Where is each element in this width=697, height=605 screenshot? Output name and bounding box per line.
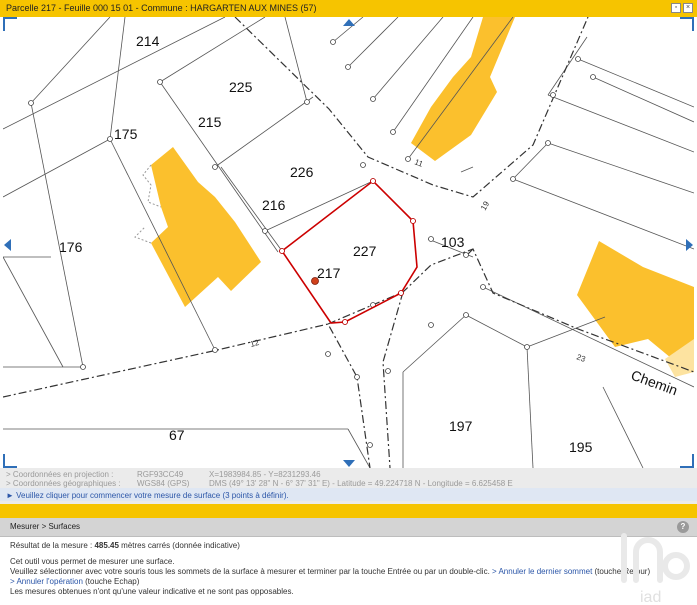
- window-titlebar: Parcelle 217 - Feuille 000 15 01 - Commu…: [0, 0, 697, 17]
- result-value: 485.45: [94, 541, 119, 550]
- building-top-right: [411, 17, 515, 161]
- geographic-value: DMS (49° 13' 28" N - 6° 37' 31" E) - Lat…: [209, 479, 513, 488]
- instructions-text: Veuillez sélectionner avec votre souris …: [10, 567, 490, 576]
- street-number: 11: [413, 157, 424, 168]
- instructions-line-3: > Annuler l'opération (touche Echap): [10, 577, 650, 587]
- measure-hint: ► Veuillez cliquer pour commencer votre …: [6, 491, 289, 500]
- parcel-label: 103: [441, 234, 465, 250]
- building-dashed-outline-2: [134, 226, 152, 244]
- projection-label: > Coordonnées en projection :: [6, 470, 114, 479]
- result-line: Résultat de la mesure : 485.45 mètres ca…: [10, 541, 650, 551]
- pan-down-icon[interactable]: [343, 460, 355, 467]
- street-number: 12: [249, 338, 260, 349]
- measure-content: Résultat de la mesure : 485.45 mètres ca…: [10, 541, 650, 597]
- section-boundary-1: [234, 17, 589, 198]
- instructions-line-2: Veuillez sélectionner avec votre souris …: [10, 567, 650, 577]
- corner-bottom-left-icon: [3, 454, 17, 468]
- selected-parcel-outline: [280, 179, 418, 324]
- parcel-label: 227: [353, 243, 377, 259]
- parcel-label: 175: [114, 126, 138, 142]
- parcel-label: 197: [449, 418, 473, 434]
- measure-header: Mesurer > Surfaces: [0, 518, 697, 537]
- parcel-label: 176: [59, 239, 83, 255]
- svg-text:iad: iad: [640, 589, 661, 604]
- close-icon[interactable]: ×: [683, 3, 693, 13]
- street-number: 23: [575, 352, 587, 364]
- disclaimer: Les mesures obtenues n'ont qu'une valeur…: [10, 587, 294, 596]
- pan-up-icon[interactable]: [343, 19, 355, 26]
- parcel-label: 216: [262, 197, 286, 213]
- parcel-label: 214: [136, 33, 160, 49]
- corner-bottom-right-icon: [680, 454, 694, 468]
- cadastral-map[interactable]: 214 225 215 175 226 216 227 217 103 176 …: [3, 17, 694, 468]
- section-boundary-2: [3, 323, 371, 468]
- result-label: Résultat de la mesure :: [10, 541, 95, 550]
- section-boundary-4: [382, 291, 404, 468]
- undo-last-vertex-link[interactable]: > Annuler le dernier sommet: [490, 567, 592, 576]
- iad-logo-icon: iad: [621, 533, 690, 604]
- street-number: 19: [479, 199, 492, 212]
- map-canvas[interactable]: 214 225 215 175 226 216 227 217 103 176 …: [3, 17, 694, 468]
- parcel-label: 217: [317, 265, 341, 281]
- window-title: Parcelle 217 - Feuille 000 15 01 - Commu…: [6, 3, 317, 13]
- projection-system: RGF93CC49: [137, 470, 184, 479]
- geographic-system: WGS84 (GPS): [137, 479, 190, 488]
- geographic-label: > Coordonnées géographiques :: [6, 479, 121, 488]
- result-unit: mètres carrés (donnée indicative): [118, 541, 240, 550]
- breadcrumb: Mesurer > Surfaces: [10, 522, 81, 531]
- restore-icon[interactable]: ▫: [671, 3, 681, 13]
- cancel-operation-link[interactable]: > Annuler l'opération: [10, 577, 83, 586]
- pan-left-icon[interactable]: [4, 239, 11, 251]
- instructions-line-1: Cet outil vous permet de mesurer une sur…: [10, 557, 175, 566]
- building-left: [151, 147, 261, 307]
- corner-top-right-icon: [680, 17, 694, 31]
- projection-value: X=1983984.85 - Y=8231293.46: [209, 470, 321, 479]
- cancel-shortcut-text: (touche Echap): [82, 577, 140, 586]
- parcel-label: 215: [198, 114, 222, 130]
- parcel-label: 225: [229, 79, 253, 95]
- pan-right-icon[interactable]: [686, 239, 693, 251]
- parcel-label: 67: [169, 427, 185, 443]
- corner-top-left-icon: [3, 17, 17, 31]
- parcel-label: 226: [290, 164, 314, 180]
- separator-bar: [0, 504, 697, 518]
- building-right: [577, 241, 694, 358]
- parcel-label: 195: [569, 439, 593, 455]
